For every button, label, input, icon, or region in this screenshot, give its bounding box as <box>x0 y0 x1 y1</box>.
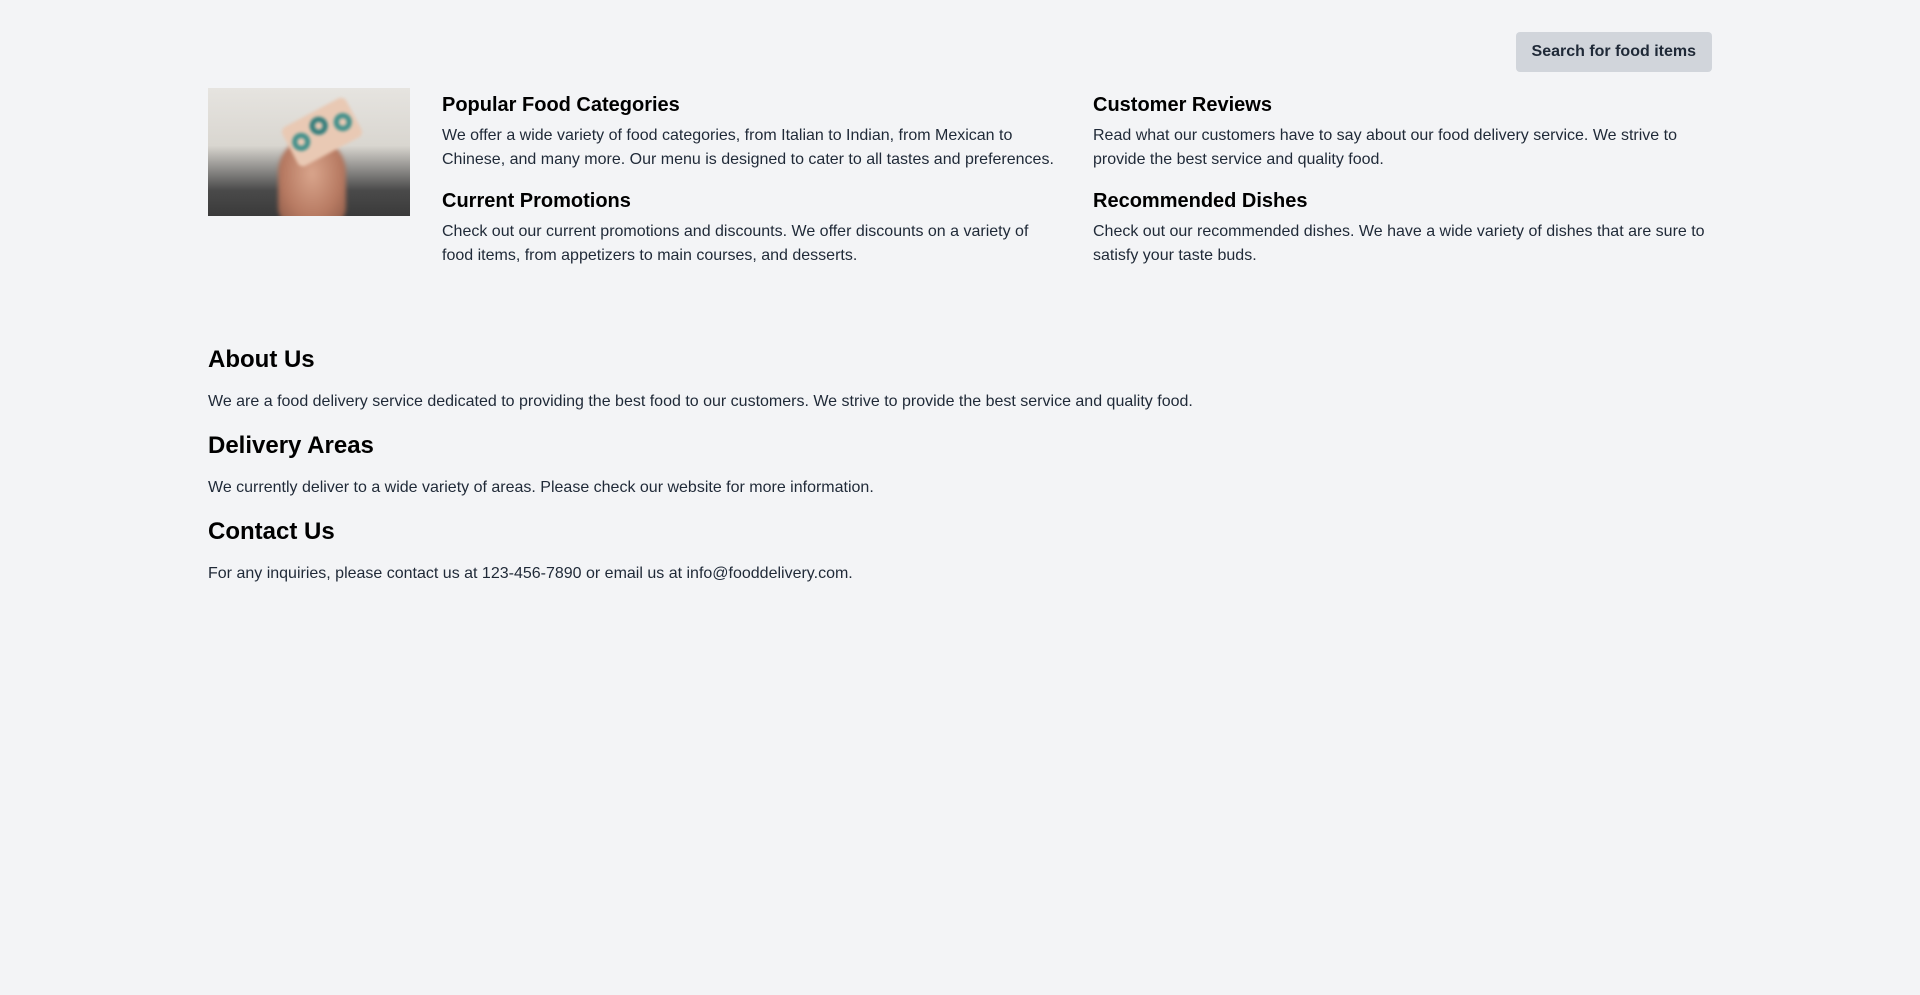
current-promotions-text: Check out our current promotions and dis… <box>442 223 1029 264</box>
pattern-circle <box>330 109 355 135</box>
top-bar: Search for food items <box>1515 32 1712 72</box>
hero-column-left: Popular Food Categories We offer a wide … <box>442 88 1061 284</box>
pattern-circle <box>289 129 314 155</box>
hero-column-right: Customer Reviews Read what our customers… <box>1093 88 1712 284</box>
delivery-areas-title: Delivery Areas <box>208 432 374 459</box>
popular-categories-title: Popular Food Categories <box>442 94 680 116</box>
contact-us-title: Contact Us <box>208 518 335 545</box>
customer-reviews-title: Customer Reviews <box>1093 94 1272 116</box>
current-promotions-title: Current Promotions <box>442 190 631 212</box>
page: Search for food items Popular Food Categ… <box>0 0 1920 995</box>
delivery-areas-text: We currently deliver to a wide variety o… <box>208 479 874 496</box>
about-us-title: About Us <box>208 346 315 373</box>
info-section: About Us We are a food delivery service … <box>208 344 1712 602</box>
hero-section: Popular Food Categories We offer a wide … <box>208 88 1712 284</box>
about-us-text: We are a food delivery service dedicated… <box>208 393 1193 410</box>
food-delivery-image <box>208 88 410 216</box>
customer-reviews-text: Read what our customers have to say abou… <box>1093 127 1677 168</box>
pattern-circle <box>306 113 331 138</box>
popular-categories-text: We offer a wide variety of food categori… <box>442 127 1054 168</box>
contact-us-text: For any inquiries, please contact us at … <box>208 565 853 582</box>
recommended-dishes-text: Check out our recommended dishes. We hav… <box>1093 223 1705 264</box>
search-food-button[interactable]: Search for food items <box>1515 32 1712 72</box>
recommended-dishes-title: Recommended Dishes <box>1093 190 1308 212</box>
